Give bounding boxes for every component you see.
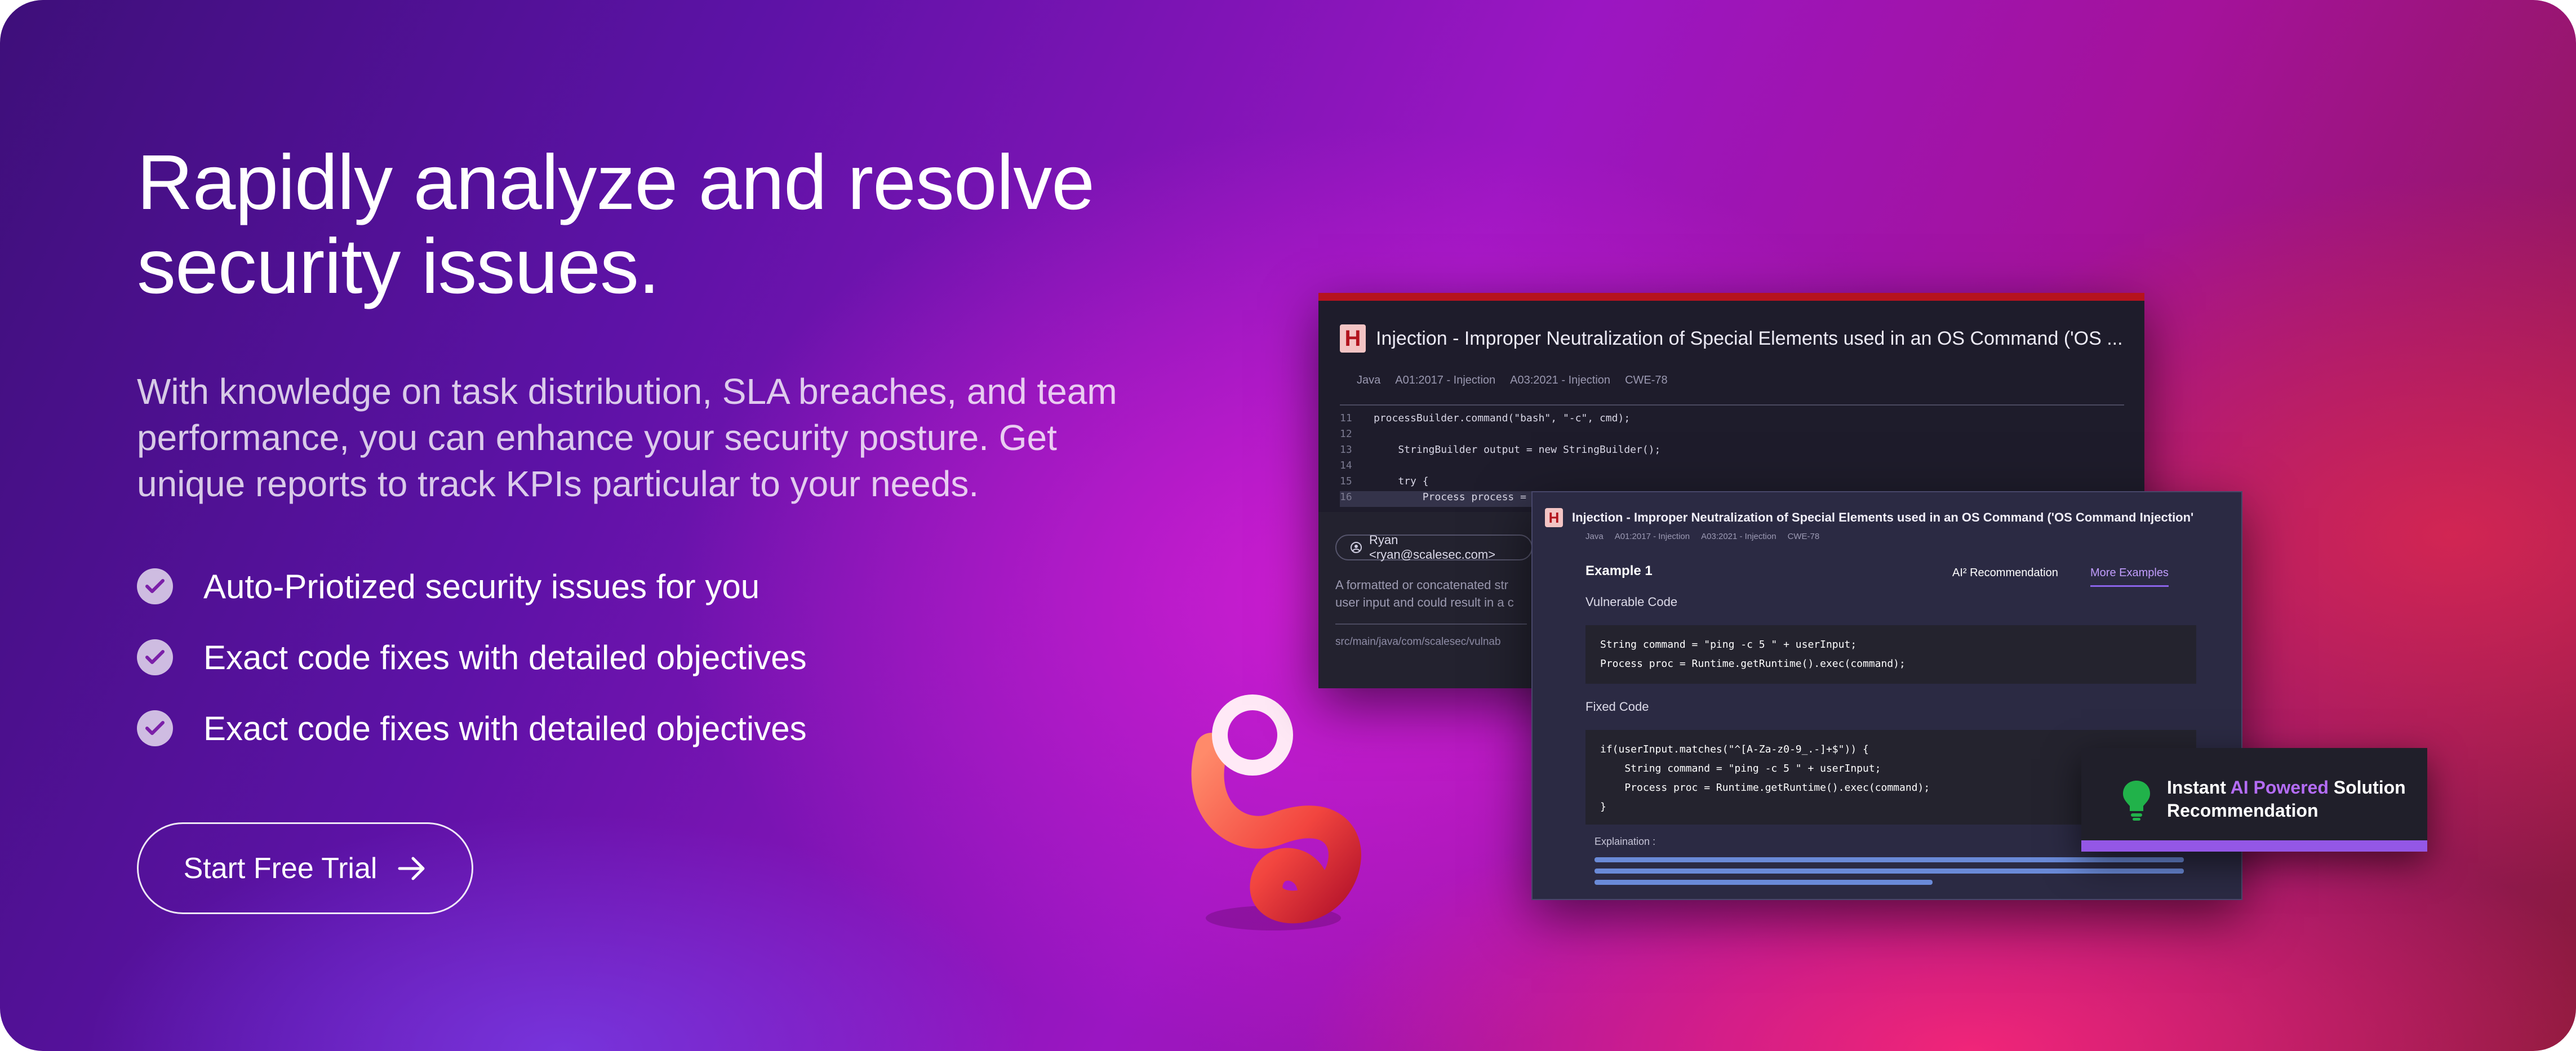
comment-panel: Ryan <ryan@scalesec.com> A formatted or … xyxy=(1318,512,1533,688)
tab-ai-recommendation[interactable]: AI² Recommendation xyxy=(1952,567,2058,580)
tab-more-examples[interactable]: More Examples xyxy=(2090,567,2169,587)
check-circle-icon xyxy=(137,568,173,604)
user-icon xyxy=(1350,541,1362,554)
meta-tag: A03:2021 - Injection xyxy=(1701,532,1776,541)
code-line: 15 try { xyxy=(1340,475,1429,487)
arrow-right-icon xyxy=(397,856,427,881)
check-circle-icon xyxy=(137,710,173,746)
issue-meta: Java A01:2017 - Injection A03:2021 - Inj… xyxy=(1585,532,1831,541)
ai-solution-card: Instant AI Powered Solution Recommendati… xyxy=(2081,748,2427,852)
decorative-swirl xyxy=(1191,694,1361,930)
example-title: Example 1 xyxy=(1585,563,1653,578)
code-line: 12 xyxy=(1340,428,1352,440)
vulnerable-code-label: Vulnerable Code xyxy=(1585,595,1678,609)
feature-item: Exact code fixes with detailed objective… xyxy=(137,693,807,764)
hero-banner: Rapidly analyze and resolve security iss… xyxy=(0,0,2576,1051)
divider xyxy=(1335,624,1527,625)
explanation-text-bar xyxy=(1595,880,1933,885)
code-line: 11 processBuilder.command("bash", "-c", c… xyxy=(1340,412,1631,424)
feature-text: Exact code fixes with detailed objective… xyxy=(203,638,807,676)
start-free-trial-button[interactable]: Start Free Trial xyxy=(137,822,473,914)
meta-tag: Java xyxy=(1585,532,1604,541)
hero-title: Rapidly analyze and resolve security iss… xyxy=(137,139,1095,310)
meta-tag: A01:2017 - Injection xyxy=(1614,532,1690,541)
code-line: 14 xyxy=(1340,460,1352,471)
feature-list: Auto-Priotized security issues for you E… xyxy=(137,551,807,764)
hero-description: With knowledge on task distribution, SLA… xyxy=(137,371,1117,504)
author-pill: Ryan <ryan@scalesec.com> xyxy=(1335,533,1533,562)
feature-text: Auto-Priotized security issues for you xyxy=(203,567,760,605)
issue-meta: Java A01:2017 - Injection A03:2021 - Inj… xyxy=(1357,374,1682,387)
vulnerable-code-block: String command = "ping -c 5 " + userInpu… xyxy=(1585,625,2196,684)
explanation-text-bar xyxy=(1595,869,2184,874)
divider xyxy=(1340,404,2124,406)
card-highlight: AI Powered xyxy=(2230,777,2329,798)
feature-text: Exact code fixes with detailed objective… xyxy=(203,709,807,747)
feature-item: Exact code fixes with detailed objective… xyxy=(137,622,807,693)
issue-logo: H xyxy=(1545,508,1563,527)
meta-tag: Java xyxy=(1357,374,1381,386)
meta-tag: A03:2021 - Injection xyxy=(1510,374,1611,386)
check-circle-icon xyxy=(137,639,173,675)
file-path: src/main/java/com/scalesec/vulnab xyxy=(1335,636,1501,648)
explanation-label: Explaination : xyxy=(1595,836,1656,847)
card-text: Instant AI Powered Solution Recommendati… xyxy=(2167,777,2406,821)
code-line: 13 StringBuilder output = new StringBuil… xyxy=(1340,444,1661,456)
issue-title: Injection - Improper Neutralization of S… xyxy=(1572,510,2194,524)
meta-tag: A01:2017 - Injection xyxy=(1395,374,1496,386)
meta-tag: CWE-78 xyxy=(1625,374,1668,386)
issue-title: Injection - Improper Neutralization of S… xyxy=(1376,327,2123,349)
feature-item: Auto-Priotized security issues for you xyxy=(137,551,807,622)
meta-tag: CWE-78 xyxy=(1787,532,1820,541)
issue-logo: H xyxy=(1340,324,1366,353)
lightbulb-icon xyxy=(2122,780,2151,824)
explanation-text-bar xyxy=(1595,857,2184,862)
cta-label: Start Free Trial xyxy=(183,852,377,885)
comment-text: A formatted or concatenated str user inp… xyxy=(1335,578,1514,609)
fixed-code-label: Fixed Code xyxy=(1585,700,1649,714)
